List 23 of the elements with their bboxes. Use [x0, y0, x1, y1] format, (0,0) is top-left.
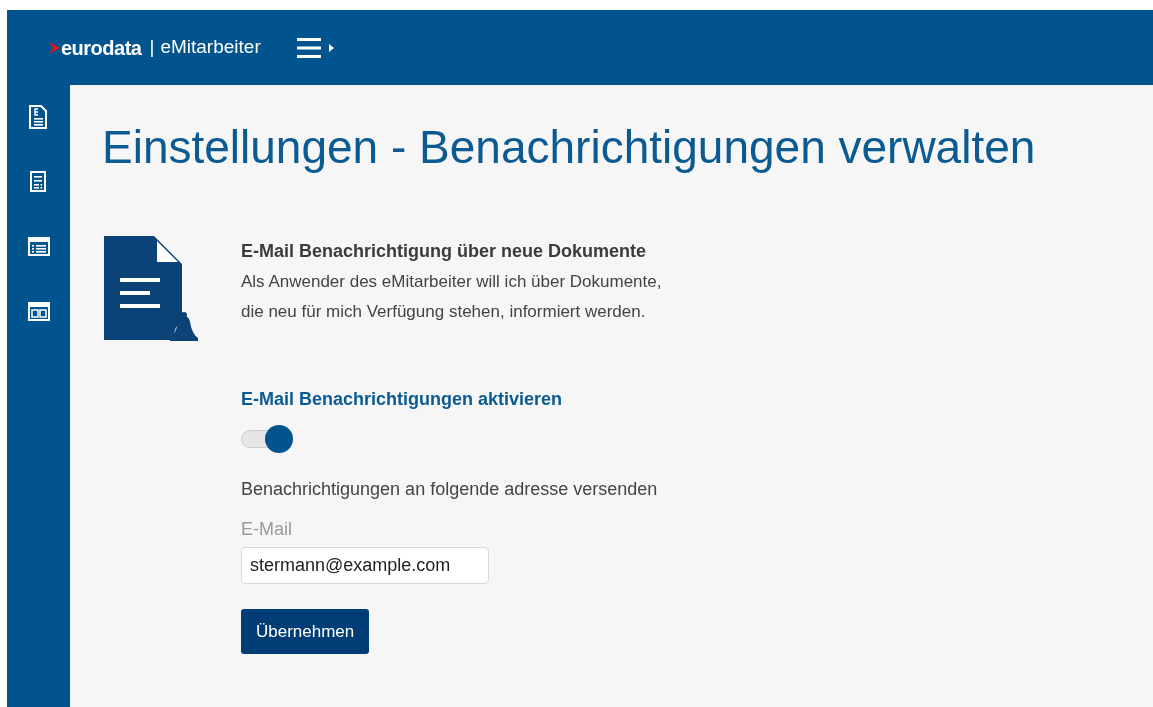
toggle-label: E-Mail Benachrichtigungen aktivieren [241, 388, 564, 411]
apply-button[interactable]: Übernehmen [241, 609, 370, 654]
sidebar-item[interactable] [27, 300, 50, 324]
calendar-icon [27, 300, 50, 324]
description-line: die neu für mich Verfügung stehen, informiert werden. [241, 301, 646, 323]
address-hint: Benachrichtigungen an folgende adresse versenden [241, 478, 659, 501]
toggle-switch[interactable] [241, 425, 293, 453]
separator: | [149, 35, 155, 60]
menu-icon [296, 35, 335, 60]
email-field[interactable]: stermann@example.com [241, 547, 489, 584]
page-title: Einstellungen - Benachrichtigungen verwalten [102, 120, 1037, 175]
setting-heading: E-Mail Benachrichtigung über neue Dokumente [241, 240, 648, 263]
description-line: Als Anwender des eMitarbeiter will ich über Dokumente, [241, 271, 662, 293]
document-bell-icon [102, 236, 200, 342]
menu-button[interactable] [296, 35, 335, 60]
sidebar-item[interactable] [27, 235, 50, 259]
list-icon [27, 235, 50, 259]
invoice-icon [27, 105, 50, 129]
chevron-logo-icon [49, 40, 61, 55]
email-label: E-Mail [241, 518, 293, 541]
sidebar-item[interactable] [27, 105, 50, 129]
app-name: eMitarbeiter [160, 35, 261, 60]
brand-name: eurodata [61, 35, 142, 61]
